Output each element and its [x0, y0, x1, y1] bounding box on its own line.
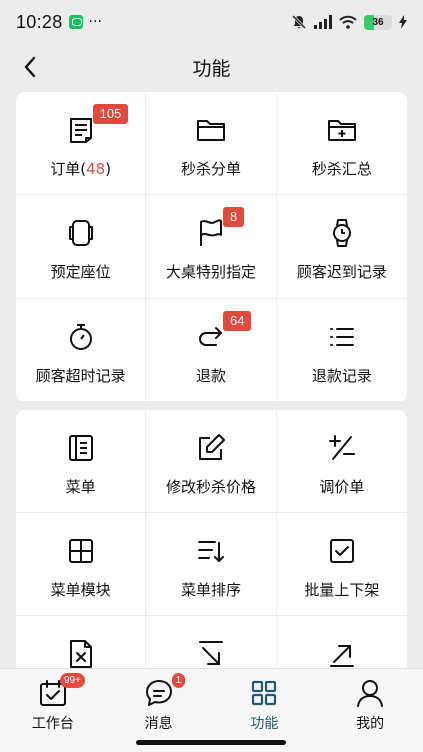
grid-item-price-adjust[interactable]: 调价单 — [276, 410, 407, 513]
grid-item-menu-sort[interactable]: 菜单排序 — [146, 513, 277, 616]
workbench-badge: 99+ — [60, 673, 85, 688]
grid-item-late-records[interactable]: 顾客迟到记录 — [276, 195, 407, 299]
tab-workbench[interactable]: 99+ 工作台 — [0, 669, 106, 752]
wifi-icon — [339, 15, 357, 29]
orders-label: 订单(48) — [50, 160, 112, 178]
refund-badge: 64 — [222, 310, 252, 331]
bulk-listing-label: 批量上下架 — [304, 581, 380, 599]
flash-summary-label: 秒杀汇总 — [311, 160, 372, 178]
navigation-bar: 功能 — [0, 44, 423, 90]
mute-bell-icon — [291, 14, 307, 30]
status-left: 10:28 ··· — [16, 12, 102, 33]
edit-icon — [198, 434, 225, 460]
grid-icon — [68, 539, 93, 563]
refund-records-label: 退款记录 — [311, 366, 372, 385]
signal-icon — [314, 15, 332, 29]
flash-split-label: 秒杀分单 — [180, 160, 241, 178]
grid-item-flash-split[interactable]: 秒杀分单 — [146, 92, 277, 196]
tab-functions-label: 功能 — [250, 716, 279, 732]
messages-badge: 1 — [171, 673, 186, 688]
battery-level: 36 — [372, 16, 384, 28]
arrow-up-right-icon — [329, 645, 354, 667]
function-grid-icon — [252, 680, 277, 706]
charging-icon — [399, 15, 407, 29]
home-indicator — [136, 740, 286, 745]
overtime-records-label: 顾客超时记录 — [35, 366, 126, 385]
order-icon — [69, 118, 92, 143]
more-notifications-indicator: ··· — [88, 14, 102, 30]
sort-icon — [197, 541, 224, 562]
grid-item-bulk-listing[interactable]: 批量上下架 — [276, 513, 407, 616]
message-icon — [145, 680, 172, 706]
seat-icon — [68, 220, 93, 247]
refund-label: 退款 — [195, 366, 226, 385]
function-card-orders: 105 订单(48) 秒杀分单 秒杀汇总 预定座位 8 大桌特别指定 顾客迟到记… — [16, 92, 407, 402]
status-right: 36 — [291, 14, 407, 30]
grid-item-reserve-seat[interactable]: 预定座位 — [16, 195, 147, 299]
file-x-icon — [69, 640, 92, 668]
tab-messages-label: 消息 — [144, 716, 173, 732]
tab-profile-label: 我的 — [356, 716, 385, 732]
battery-indicator: 36 — [364, 14, 392, 30]
grid-item-menu-modules[interactable]: 菜单模块 — [16, 513, 147, 616]
function-card-menu: 菜单 修改秒杀价格 调价单 菜单模块 菜单排序 批量上下架 — [16, 410, 407, 680]
page-title: 功能 — [192, 57, 231, 80]
grid-item-edit-flash-price[interactable]: 修改秒杀价格 — [146, 410, 277, 513]
menu-book-icon — [68, 435, 93, 461]
big-table-label: 大桌特别指定 — [165, 263, 256, 282]
stopwatch-icon — [69, 323, 92, 350]
status-bar: 10:28 ··· 36 — [0, 0, 423, 44]
grid-item-orders[interactable]: 105 订单(48) — [16, 92, 147, 196]
orders-badge: 105 — [92, 104, 129, 124]
orders-count: 48 — [86, 160, 106, 178]
edit-flash-price-label: 修改秒杀价格 — [165, 478, 256, 496]
tab-profile[interactable]: 我的 — [317, 669, 423, 752]
grid-item-refund-records[interactable]: 退款记录 — [276, 299, 407, 402]
price-adjust-label: 调价单 — [319, 478, 365, 496]
menu-modules-label: 菜单模块 — [50, 581, 111, 599]
chevron-left-icon — [24, 56, 36, 78]
list-icon — [329, 327, 354, 346]
tab-workbench-label: 工作台 — [31, 716, 74, 732]
checkbox-icon — [329, 539, 354, 563]
arrow-down-right-icon — [198, 641, 223, 665]
big-table-badge: 8 — [222, 207, 245, 228]
folder-icon — [196, 120, 225, 141]
reserve-seat-label: 预定座位 — [50, 263, 111, 282]
folder-add-icon — [327, 120, 356, 141]
grid-item-overtime-records[interactable]: 顾客超时记录 — [16, 298, 147, 402]
status-time: 10:28 — [16, 11, 63, 32]
menu-sort-label: 菜单排序 — [180, 581, 241, 599]
menu-label: 菜单 — [65, 478, 96, 496]
back-button[interactable] — [16, 52, 46, 82]
grid-item-big-table[interactable]: 8 大桌特别指定 — [146, 195, 277, 299]
grid-item-flash-summary[interactable]: 秒杀汇总 — [276, 92, 407, 196]
grid-item-menu[interactable]: 菜单 — [16, 410, 147, 513]
late-records-label: 顾客迟到记录 — [296, 263, 387, 282]
watch-icon — [332, 219, 351, 248]
user-icon — [357, 680, 384, 707]
wechat-notification-icon — [68, 15, 83, 29]
grid-item-refund[interactable]: 64 退款 — [146, 298, 277, 402]
plus-minus-icon — [328, 435, 355, 460]
